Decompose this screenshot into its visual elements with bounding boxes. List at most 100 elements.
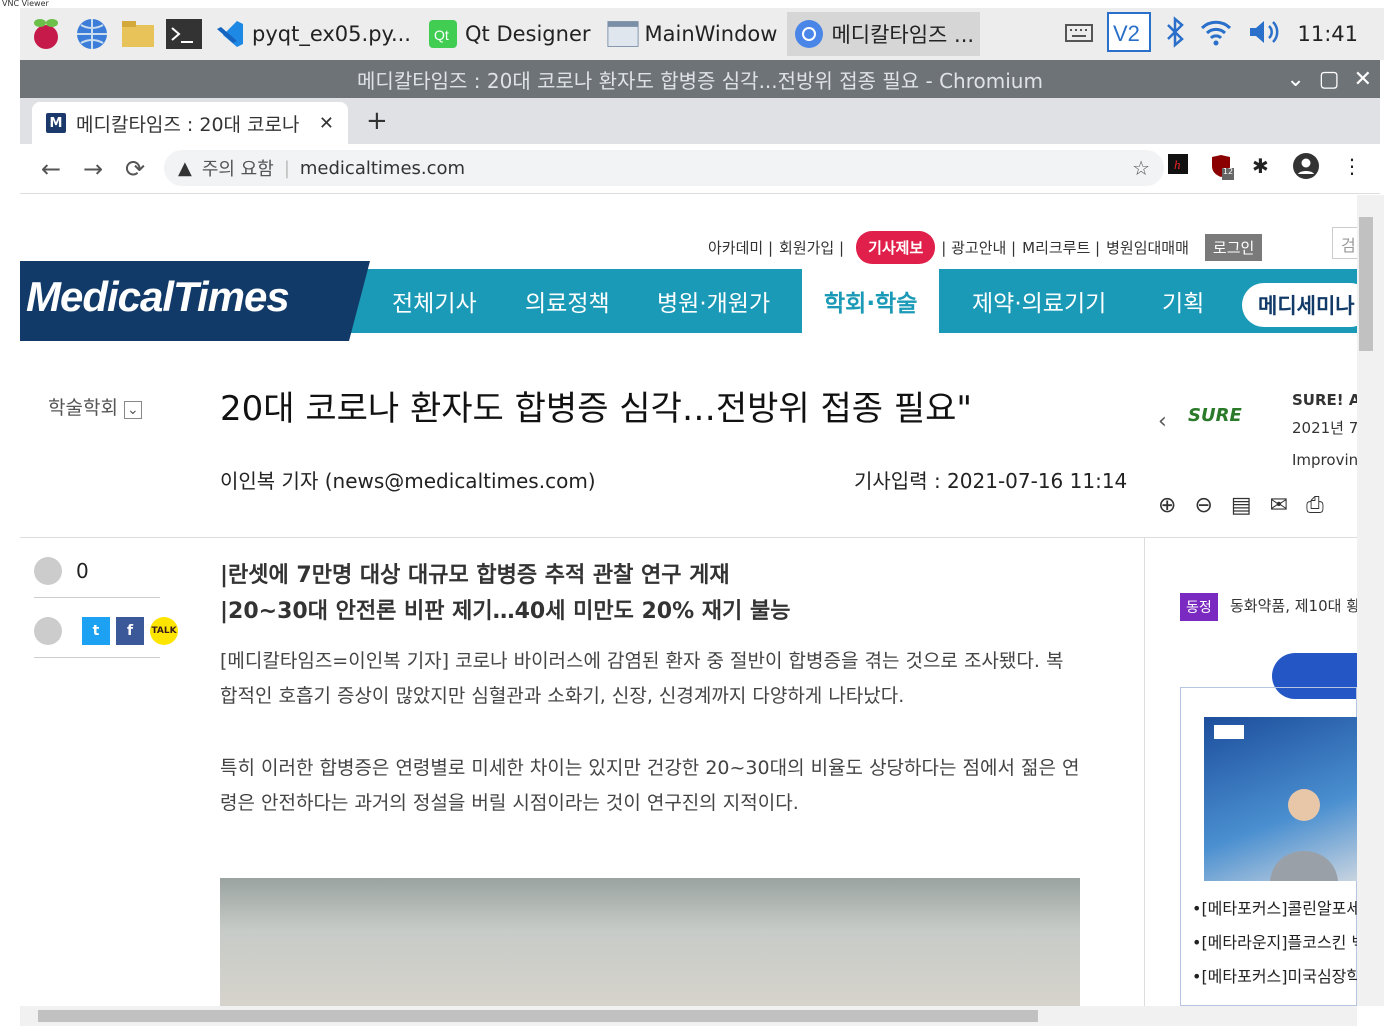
site-search-input[interactable]: 검 [1332, 227, 1357, 259]
volume-icon[interactable] [1247, 18, 1283, 50]
kakaotalk-icon[interactable]: TALK [150, 617, 178, 645]
browser-menu-icon[interactable]: ⋮ [1342, 154, 1362, 178]
article-subhead: |란셋에 7만명 대상 대규모 합병증 추적 관찰 연구 게재 [220, 563, 730, 588]
comment-counter[interactable]: 0 [34, 557, 89, 585]
bluetooth-icon[interactable] [1165, 16, 1185, 52]
category-dropdown[interactable]: 학술학회 ⌄ [48, 393, 142, 420]
video-thumbnail[interactable] [1204, 717, 1357, 881]
taskbar: pyqt_ex05.py... Qt Qt Designer MainWindo… [20, 8, 1384, 60]
comment-count: 0 [76, 559, 89, 583]
task-mainwindow[interactable]: MainWindow [601, 12, 784, 56]
task-label: Qt Designer [465, 22, 591, 46]
window-title-bar[interactable]: 메디칼타임즈 : 20대 코로나 환자도 합병증 심각...전방위 접종 필요 … [20, 60, 1380, 98]
medi-seminar-button[interactable]: 메디세미나 [1242, 283, 1357, 327]
profile-avatar-icon[interactable] [1292, 152, 1320, 185]
close-icon[interactable]: ✕ [1354, 67, 1372, 92]
svg-text:Qt: Qt [434, 27, 449, 43]
recruit-link[interactable]: M리크루트 | [1022, 237, 1100, 258]
hospital-trade-link[interactable]: 병원임대매매 [1106, 237, 1189, 258]
share-buttons: t f TALK [34, 617, 178, 645]
article-byline: 이인복 기자 (news@medicaltimes.com) [220, 469, 596, 493]
video-list-item[interactable]: •[메타포커스]콜린알포세 [1192, 895, 1357, 919]
wifi-icon[interactable] [1199, 17, 1233, 51]
clock[interactable]: 11:41 [1297, 22, 1358, 46]
system-tray: V2 11:41 [1065, 12, 1384, 56]
file-manager-icon[interactable] [118, 14, 158, 54]
zoom-out-icon[interactable]: ⊖ [1194, 493, 1212, 518]
nav-medical-policy[interactable]: 의료정책 [525, 269, 610, 333]
utility-links: 아카데미 | 회원가입 | 기사제보 | 광고안내 | M리크루트 | 병원임대… [708, 231, 1268, 264]
nav-all-articles[interactable]: 전체기사 [392, 269, 477, 333]
facebook-icon[interactable]: f [116, 617, 144, 645]
ublock-badge: 12 [1222, 167, 1234, 176]
bookmark-star-icon[interactable]: ☆ [1132, 156, 1150, 180]
task-chromium[interactable]: 메디칼타임즈 ... [787, 12, 981, 56]
article-paragraph: 특히 이러한 합병증은 연령별로 미세한 차이는 있지만 건강한 20~30대의… [220, 757, 1080, 814]
article-paragraph: [메디칼타임즈=이인복 기자] 코로나 바이러스에 감염된 환자 중 절반이 합… [220, 650, 1064, 707]
task-label: MainWindow [644, 22, 778, 46]
browser-tab[interactable]: M 메디칼타임즈 : 20대 코로나 ✕ [32, 102, 348, 144]
login-button[interactable]: 로그인 [1204, 234, 1263, 261]
horizontal-scrollbar[interactable] [20, 1006, 1357, 1026]
vertical-scrollbar[interactable] [1357, 195, 1384, 1006]
share-divider [34, 597, 160, 598]
share-icon[interactable] [34, 617, 62, 645]
ad-logo[interactable]: SURE [1188, 405, 1242, 426]
video-list-item[interactable]: •[메타포커스]미국심장학 [1192, 963, 1357, 987]
scroll-thumb[interactable] [38, 1010, 1038, 1022]
news-headline[interactable]: 동화약품, 제10대 황인 [1230, 595, 1357, 616]
web-browser-icon[interactable] [72, 14, 112, 54]
ad-desc: Improving [1292, 451, 1357, 469]
reload-icon[interactable]: ⟳ [114, 155, 156, 183]
vnc-window-title: VNC Viewer [0, 0, 1384, 8]
warning-icon[interactable]: ▲ [178, 158, 192, 179]
new-tab-button[interactable]: + [366, 106, 388, 136]
web-page: 아카데미 | 회원가입 | 기사제보 | 광고안내 | M리크루트 | 병원임대… [20, 195, 1357, 1006]
extension-h-icon[interactable]: h [1168, 154, 1188, 179]
share-divider [34, 657, 160, 658]
back-icon[interactable]: ← [30, 155, 72, 183]
academy-link[interactable]: 아카데미 | [708, 237, 773, 258]
email-icon[interactable]: ✉ [1270, 493, 1288, 518]
url-text[interactable]: medicaltimes.com [300, 158, 465, 179]
join-link[interactable]: 회원가입 | [779, 237, 844, 258]
video-list-item[interactable]: •[메타라운지]플코스킨 백 [1192, 929, 1357, 953]
address-bar[interactable]: ▲ 주의 요함 | medicaltimes.com ☆ [164, 150, 1164, 186]
scroll-thumb[interactable] [1359, 217, 1373, 351]
ublock-icon[interactable]: 12 [1210, 154, 1234, 185]
raspberry-menu-icon[interactable] [26, 14, 66, 54]
maximize-icon[interactable]: ▢ [1319, 67, 1340, 92]
document-icon[interactable]: ▤ [1231, 493, 1252, 518]
nav-academic[interactable]: 학회·학술 [802, 269, 940, 333]
task-qt-designer[interactable]: Qt Qt Designer [421, 12, 597, 56]
extensions-puzzle-icon[interactable]: ✱ [1252, 154, 1269, 178]
print-icon[interactable]: ⎙ [1306, 493, 1324, 518]
terminal-icon[interactable] [164, 14, 204, 54]
nav-hospital[interactable]: 병원·개원가 [657, 269, 770, 333]
browser-toolbar: ← → ⟳ ▲ 주의 요함 | medicaltimes.com ☆ h 12 … [20, 144, 1380, 194]
omnibox-separator: | [283, 157, 290, 179]
qt-icon: Qt [427, 18, 459, 50]
security-label[interactable]: 주의 요함 [202, 155, 274, 181]
vscode-icon [214, 18, 246, 50]
ad-info-link[interactable]: | 광고안내 | [941, 237, 1016, 258]
nav-pharma[interactable]: 제약·의료기기 [972, 269, 1106, 333]
article-tools: ⊕ ⊖ ▤ ✉ ⎙ [1158, 493, 1324, 518]
chevron-down-icon: ⌄ [123, 401, 142, 419]
task-label: 메디칼타임즈 ... [831, 23, 975, 47]
tab-close-icon[interactable]: ✕ [319, 113, 334, 134]
report-news-button[interactable]: 기사제보 [856, 231, 936, 264]
vnc-icon[interactable]: V2 [1107, 12, 1152, 56]
article-subhead: |20~30대 안전론 비판 제기…40세 미만도 20% 재기 불능 [220, 599, 791, 624]
keyboard-icon[interactable] [1065, 21, 1094, 47]
zoom-in-icon[interactable]: ⊕ [1158, 493, 1176, 518]
ad-title[interactable]: SURE! ACI [1292, 391, 1357, 409]
svg-text:h: h [1174, 157, 1181, 172]
minimize-icon[interactable]: ⌄ [1286, 67, 1304, 92]
ad-prev-icon[interactable]: ‹ [1158, 409, 1167, 434]
task-vscode[interactable]: pyqt_ex05.py... [208, 12, 417, 56]
site-logo[interactable]: MedicalTimes [26, 273, 290, 321]
nav-planning[interactable]: 기획 [1162, 269, 1204, 333]
forward-icon[interactable]: → [72, 155, 114, 183]
twitter-icon[interactable]: t [82, 617, 110, 645]
